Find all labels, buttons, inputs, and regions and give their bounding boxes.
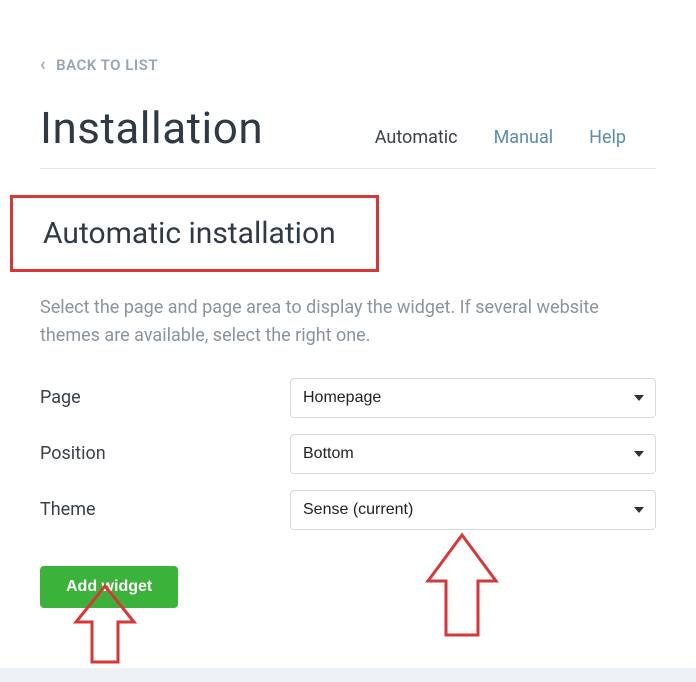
section-help: Select the page and page area to display… [40, 294, 656, 350]
tabs: Automatic Manual Help [375, 127, 626, 154]
add-widget-button[interactable]: Add widget [40, 566, 178, 608]
back-label: BACK TO LIST [56, 56, 158, 74]
tab-automatic[interactable]: Automatic [375, 127, 458, 148]
tab-manual[interactable]: Manual [494, 127, 554, 148]
theme-select[interactable]: Sense (current) [290, 490, 656, 530]
installation-form: Page Homepage Position Bottom Theme Sens… [40, 378, 656, 608]
page-label: Page [40, 387, 290, 408]
page-title: Installation [40, 102, 263, 154]
theme-label: Theme [40, 499, 290, 520]
tab-help[interactable]: Help [589, 127, 626, 148]
position-label: Position [40, 443, 290, 464]
divider [40, 168, 656, 169]
chevron-left-icon: ‹ [40, 56, 46, 74]
footer-strip [0, 668, 696, 682]
page-select[interactable]: Homepage [290, 378, 656, 418]
position-select[interactable]: Bottom [290, 434, 656, 474]
back-to-list-link[interactable]: ‹ BACK TO LIST [40, 56, 158, 74]
section-title: Automatic installation [43, 216, 336, 251]
section-title-highlight: Automatic installation [10, 195, 379, 272]
